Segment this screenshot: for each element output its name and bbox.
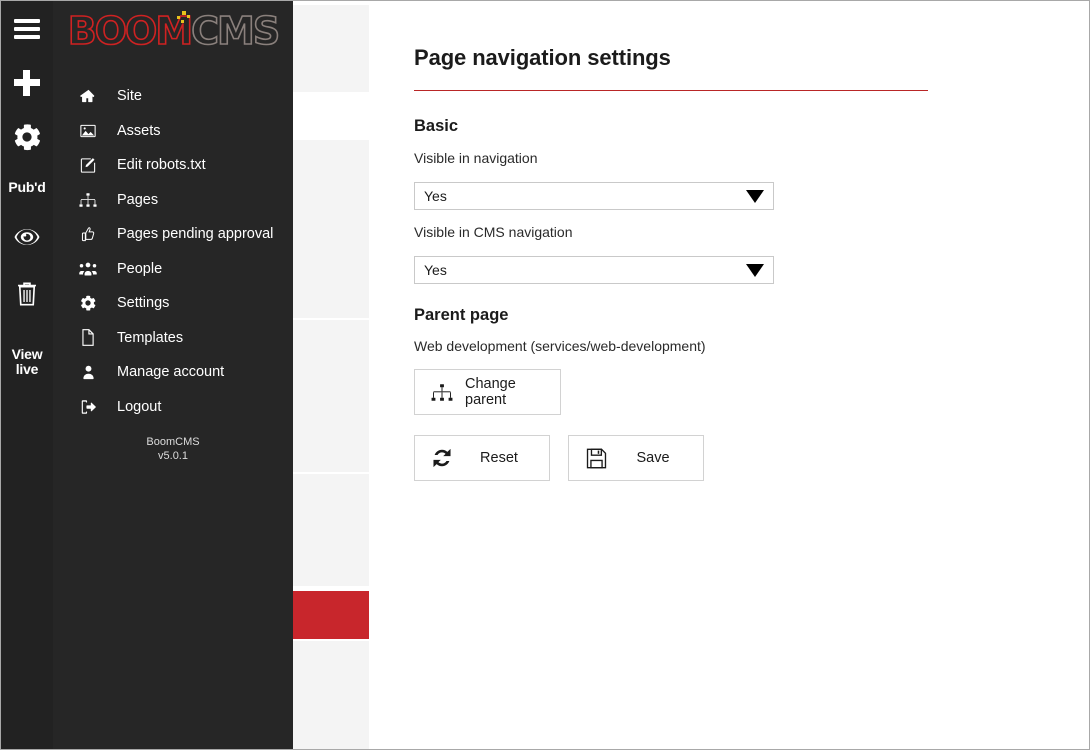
sidebar-item-label: Pages bbox=[117, 191, 159, 208]
logo-primary: BOOM bbox=[67, 9, 194, 53]
sidebar-item-settings[interactable]: Settings bbox=[53, 286, 293, 321]
sidebar-item-label: Settings bbox=[117, 295, 170, 312]
version-number: v5.0.1 bbox=[158, 450, 188, 462]
thumbs-up-icon bbox=[75, 226, 101, 242]
sidebar-item-label: Pages pending approval bbox=[117, 226, 274, 243]
sidebar-item-pages[interactable]: Pages bbox=[53, 183, 293, 218]
save-label: Save bbox=[636, 450, 670, 466]
sitemap-icon bbox=[425, 383, 459, 402]
sparkle-icon bbox=[177, 11, 191, 23]
trash-icon bbox=[18, 282, 36, 306]
boomcms-logo[interactable]: BOOM CMS bbox=[53, 7, 293, 55]
list-item[interactable] bbox=[293, 140, 369, 318]
main-content: Page navigation settings Basic Visible i… bbox=[369, 1, 1089, 749]
users-icon bbox=[75, 261, 101, 277]
plus-icon bbox=[14, 70, 40, 96]
published-status-label: Pub'd bbox=[8, 178, 46, 195]
change-parent-label: Change parent bbox=[465, 376, 516, 408]
label-visible-in-cms-navigation: Visible in CMS navigation bbox=[414, 224, 573, 240]
logo-secondary: CMS bbox=[190, 9, 281, 53]
sidebar-item-label: Templates bbox=[117, 329, 184, 346]
select-visible-in-cms-navigation[interactable]: Yes bbox=[414, 256, 774, 284]
save-button[interactable]: Save bbox=[568, 435, 704, 481]
nav-sidebar: BOOM CMS Site Assets Edit robots.txt Pag… bbox=[53, 1, 293, 749]
menu-toggle-button[interactable] bbox=[1, 1, 53, 57]
sidebar-item-label: People bbox=[117, 260, 163, 277]
reset-button[interactable]: Reset bbox=[414, 435, 550, 481]
sidebar-item-manage-account[interactable]: Manage account bbox=[53, 355, 293, 390]
delete-page-button[interactable] bbox=[1, 265, 53, 321]
sidebar-item-site[interactable]: Site bbox=[53, 79, 293, 114]
sidebar-item-label: Manage account bbox=[117, 364, 225, 381]
list-item-selected[interactable] bbox=[293, 591, 369, 639]
file-icon bbox=[75, 329, 101, 347]
chevron-down-icon bbox=[746, 263, 764, 277]
sidebar-item-label: Assets bbox=[117, 122, 161, 139]
title-divider bbox=[414, 90, 928, 91]
home-icon bbox=[75, 88, 101, 104]
hamburger-icon bbox=[14, 19, 40, 39]
view-live-button[interactable]: View live bbox=[1, 339, 53, 385]
list-item[interactable] bbox=[293, 641, 369, 749]
image-icon bbox=[75, 123, 101, 139]
sidebar-item-label: Site bbox=[117, 88, 142, 105]
version-block: BoomCMS v5.0.1 bbox=[53, 435, 293, 463]
published-status[interactable]: Pub'd bbox=[1, 165, 53, 209]
browser-viewport: Pub'd View live BOOM CMS Site Assets Edi… bbox=[0, 0, 1090, 750]
sitemap-icon bbox=[75, 192, 101, 208]
label-visible-in-navigation: Visible in navigation bbox=[414, 150, 538, 166]
list-item[interactable] bbox=[293, 5, 369, 92]
sidebar-item-label: Logout bbox=[117, 398, 162, 415]
sign-out-icon bbox=[75, 399, 101, 415]
add-page-button[interactable] bbox=[1, 57, 53, 109]
select-value: Yes bbox=[424, 188, 447, 204]
gear-icon bbox=[14, 124, 41, 151]
list-item[interactable] bbox=[293, 474, 369, 586]
page-title: Page navigation settings bbox=[414, 45, 671, 70]
section-heading-parent-page: Parent page bbox=[414, 306, 509, 324]
user-icon bbox=[75, 364, 101, 380]
sidebar-item-templates[interactable]: Templates bbox=[53, 321, 293, 356]
section-heading-basic: Basic bbox=[414, 117, 459, 135]
page-settings-button[interactable] bbox=[1, 109, 53, 165]
sidebar-item-logout[interactable]: Logout bbox=[53, 390, 293, 425]
select-value: Yes bbox=[424, 262, 447, 278]
list-item[interactable] bbox=[293, 320, 369, 472]
gear-icon bbox=[75, 295, 101, 311]
sidebar-item-people[interactable]: People bbox=[53, 252, 293, 287]
sidebar-item-label: Edit robots.txt bbox=[117, 157, 206, 174]
nav-list: Site Assets Edit robots.txt Pages Pages … bbox=[53, 79, 293, 424]
eye-icon bbox=[14, 229, 40, 245]
change-parent-button[interactable]: Change parent bbox=[414, 369, 561, 415]
parent-page-value: Web development (services/web-developmen… bbox=[414, 338, 706, 354]
select-visible-in-navigation[interactable]: Yes bbox=[414, 182, 774, 210]
pencil-square-icon bbox=[75, 157, 101, 173]
sidebar-item-edit-robots[interactable]: Edit robots.txt bbox=[53, 148, 293, 183]
floppy-disk-icon bbox=[579, 447, 613, 470]
view-live-label: View live bbox=[11, 346, 43, 377]
chevron-down-icon bbox=[746, 189, 764, 203]
sidebar-item-pages-pending-approval[interactable]: Pages pending approval bbox=[53, 217, 293, 252]
sidebar-item-assets[interactable]: Assets bbox=[53, 114, 293, 149]
icon-rail: Pub'd View live bbox=[1, 1, 53, 749]
reset-label: Reset bbox=[480, 450, 518, 466]
page-list-strip bbox=[293, 1, 369, 749]
product-name: BoomCMS bbox=[146, 436, 200, 448]
refresh-icon bbox=[425, 446, 459, 470]
preview-button[interactable] bbox=[1, 209, 53, 265]
